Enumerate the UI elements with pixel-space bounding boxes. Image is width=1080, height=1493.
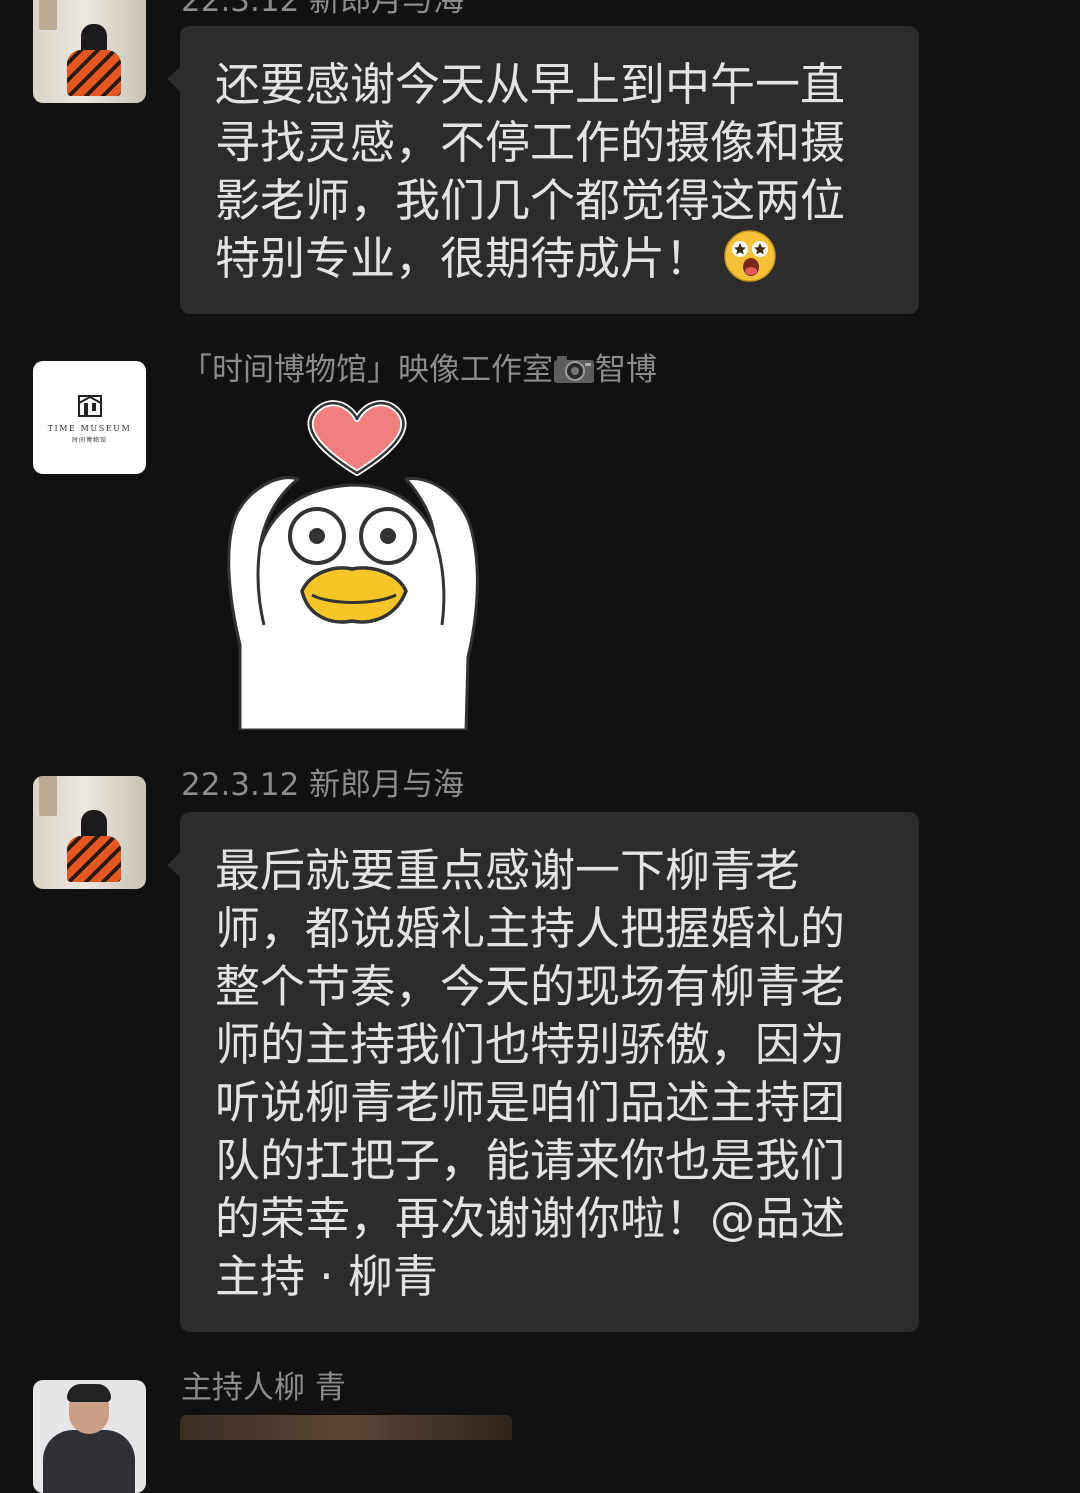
sender-name: 22.3.12 新郎月与海: [181, 0, 465, 19]
message-line: 师的主持我们也特别骄傲，因为: [215, 1018, 846, 1071]
message-line: 特别专业，很期待成片！: [215, 230, 883, 288]
sender-name: 「时间博物馆」映像工作室 智博: [181, 352, 657, 388]
sender-name: 22.3.12 新郎月与海: [181, 767, 465, 803]
time-museum-logo: [78, 395, 102, 417]
message-line: 影老师，我们几个都觉得这两位: [215, 174, 846, 227]
message-line: 主持 · 柳青: [215, 1250, 438, 1303]
message-bubble[interactable]: 最后就要重点感谢一下柳青老 师，都说婚礼主持人把握婚礼的 整个节奏，今天的现场有…: [167, 812, 919, 1332]
message-line: 整个节奏，今天的现场有柳青老: [215, 960, 846, 1013]
duck-heart-sticker[interactable]: [220, 395, 490, 730]
message-line: 队的扛把子，能请来你也是我们: [215, 1134, 846, 1187]
message-bubble[interactable]: 还要感谢今天从早上到中午一直 寻找灵感，不停工作的摄像和摄 影老师，我们几个都觉…: [167, 26, 919, 314]
message-line: 最后就要重点感谢一下柳青老: [215, 844, 801, 897]
message-line: 还要感谢今天从早上到中午一直: [215, 58, 846, 111]
message-line: 听说柳青老师是咱们品述主持团: [215, 1076, 846, 1129]
avatar-groom[interactable]: [33, 776, 146, 889]
logo-text-cn: 时间博物馆: [71, 437, 107, 444]
message-line: 的荣幸，再次谢谢你啦！@品述: [215, 1192, 846, 1245]
sender-name: 主持人柳 青: [181, 1370, 346, 1406]
avatar-groom[interactable]: [33, 0, 146, 103]
avatar-studio[interactable]: TIME MUSEUM 时间博物馆: [33, 361, 146, 474]
star-struck-face-icon: [724, 230, 776, 282]
camera-icon: [554, 356, 594, 383]
avatar-host[interactable]: [33, 1380, 146, 1493]
message-line: 师，都说婚礼主持人把握婚礼的: [215, 902, 846, 955]
photo-preview[interactable]: [180, 1415, 512, 1440]
logo-text-en: TIME MUSEUM: [47, 424, 132, 433]
message-line: 寻找灵感，不停工作的摄像和摄: [215, 116, 846, 169]
